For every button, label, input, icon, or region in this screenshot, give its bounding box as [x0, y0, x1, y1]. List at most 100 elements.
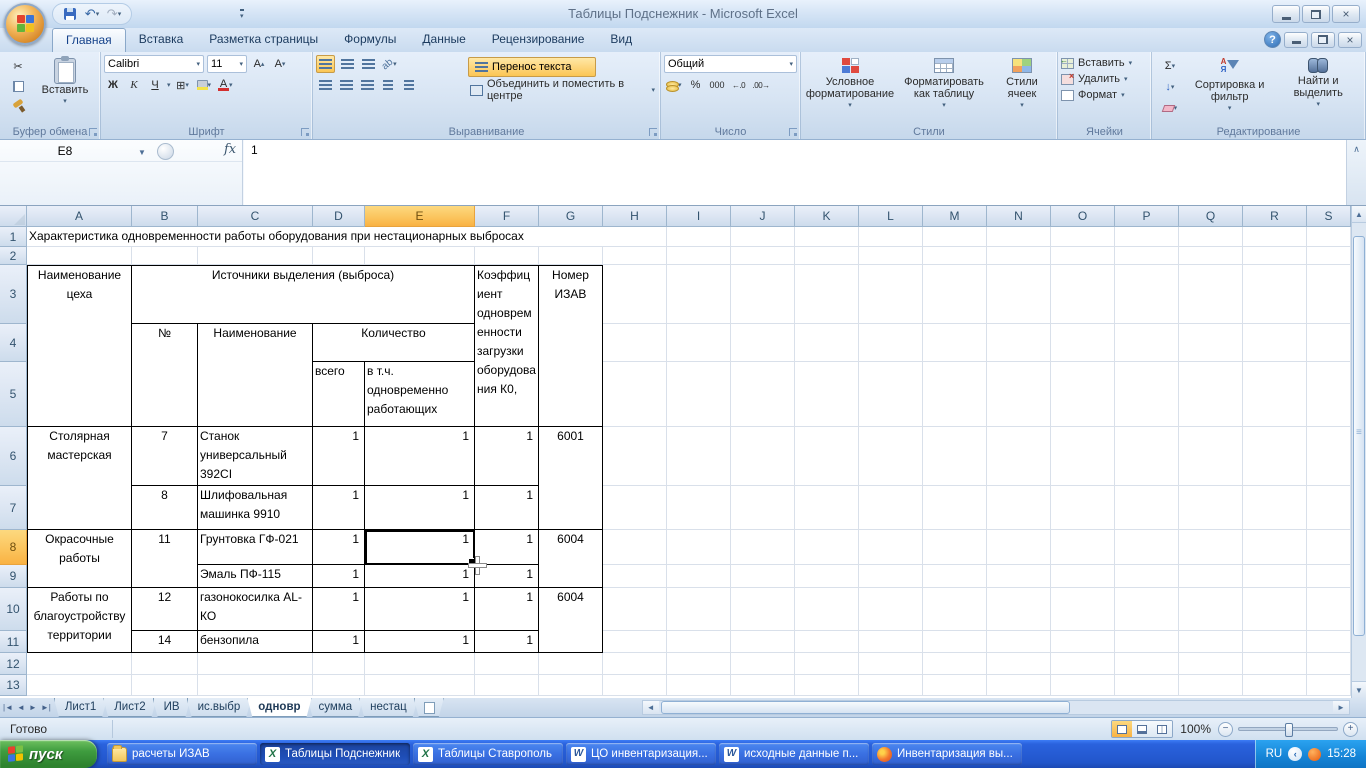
empty-cell[interactable]: [1115, 265, 1179, 324]
empty-cell[interactable]: [1179, 631, 1243, 653]
empty-cell[interactable]: [1179, 675, 1243, 696]
empty-cell[interactable]: [1307, 362, 1351, 427]
empty-cell[interactable]: [923, 486, 987, 530]
col-header-R[interactable]: R: [1243, 206, 1307, 227]
cell-C11[interactable]: бензопила: [198, 631, 313, 653]
col-header-Q[interactable]: Q: [1179, 206, 1243, 227]
task-excel-stavropol[interactable]: Таблицы Ставрополь: [413, 743, 563, 765]
empty-cell[interactable]: [603, 265, 667, 324]
row-header-6[interactable]: 6: [0, 427, 27, 486]
cell-D6[interactable]: 1: [313, 427, 365, 486]
empty-cell[interactable]: [603, 486, 667, 530]
col-header-E-selected[interactable]: E: [365, 206, 475, 227]
sheet-tab-summa[interactable]: сумма: [308, 698, 364, 717]
empty-cell[interactable]: [859, 486, 923, 530]
format-cells-button[interactable]: Формат▾: [1061, 89, 1148, 101]
restore-button[interactable]: [1302, 5, 1330, 23]
empty-cell[interactable]: [667, 227, 731, 247]
row-header-3[interactable]: 3: [0, 265, 27, 324]
borders-button[interactable]: ⊞▾: [174, 76, 192, 94]
empty-cell[interactable]: [1307, 530, 1351, 565]
empty-cell[interactable]: [1179, 247, 1243, 265]
tab-insert[interactable]: Вставка: [126, 28, 197, 52]
insert-cells-button[interactable]: Вставить▾: [1061, 57, 1148, 69]
cell-simult-header[interactable]: в т.ч. одновременно работающих: [365, 362, 475, 427]
orientation-button[interactable]: ab▾: [380, 55, 399, 73]
empty-cell[interactable]: [795, 486, 859, 530]
empty-cell[interactable]: [923, 265, 987, 324]
empty-cell[interactable]: [603, 631, 667, 653]
empty-cell[interactable]: [1051, 653, 1115, 675]
empty-cell[interactable]: [731, 486, 795, 530]
cell-B6[interactable]: 7: [132, 427, 198, 486]
empty-cell[interactable]: [731, 565, 795, 588]
empty-cell[interactable]: [731, 265, 795, 324]
align-bottom-button[interactable]: [359, 55, 377, 73]
empty-cell[interactable]: [1179, 530, 1243, 565]
merge-center-button[interactable]: Объединить и поместить в центре▾: [468, 80, 657, 100]
empty-cell[interactable]: [1243, 653, 1307, 675]
empty-cell[interactable]: [1051, 588, 1115, 631]
empty-cell[interactable]: [731, 362, 795, 427]
sheet-tab-isvybr[interactable]: ис.выбр: [187, 698, 252, 717]
empty-cell[interactable]: [923, 247, 987, 265]
delete-cells-button[interactable]: Удалить▾: [1061, 73, 1148, 85]
conditional-formatting-button[interactable]: Условное форматирование▾: [804, 55, 896, 121]
empty-cell[interactable]: [1115, 631, 1179, 653]
row-header-9[interactable]: 9: [0, 565, 27, 588]
cell-C6[interactable]: Станок универсальный 392CI: [198, 427, 313, 486]
empty-cell[interactable]: [923, 427, 987, 486]
empty-cell[interactable]: [1307, 324, 1351, 362]
empty-cell[interactable]: [1051, 247, 1115, 265]
col-header-L[interactable]: L: [859, 206, 923, 227]
workbook-minimize-button[interactable]: [1284, 32, 1308, 48]
font-color-button[interactable]: А ▾: [216, 76, 235, 94]
empty-cell[interactable]: [731, 675, 795, 696]
empty-cell[interactable]: [132, 653, 198, 675]
sort-filter-button[interactable]: АЯ Сортировка и фильтр▾: [1185, 55, 1275, 123]
empty-cell[interactable]: [603, 588, 667, 631]
select-all-corner[interactable]: [0, 206, 27, 227]
hide-icons-icon[interactable]: ‹: [1288, 747, 1302, 761]
tab-page-layout[interactable]: Разметка страницы: [196, 28, 331, 52]
zoom-track[interactable]: [1238, 727, 1338, 731]
col-header-J[interactable]: J: [731, 206, 795, 227]
empty-cell[interactable]: [603, 324, 667, 362]
empty-cell[interactable]: [859, 565, 923, 588]
cell-C10[interactable]: газонокосилка AL-КО: [198, 588, 313, 631]
empty-cell[interactable]: [795, 324, 859, 362]
col-header-K[interactable]: K: [795, 206, 859, 227]
empty-cell[interactable]: [667, 486, 731, 530]
row-header-4[interactable]: 4: [0, 324, 27, 362]
antivirus-tray-icon[interactable]: [1308, 748, 1321, 761]
empty-cell[interactable]: [923, 631, 987, 653]
empty-cell[interactable]: [1243, 227, 1307, 247]
underline-button[interactable]: Ч: [146, 76, 164, 94]
empty-cell[interactable]: [1051, 227, 1115, 247]
cell-dept3[interactable]: Работы по благоустройству территории: [27, 588, 132, 653]
row-header-7[interactable]: 7: [0, 486, 27, 530]
scroll-right-icon[interactable]: ►: [1333, 701, 1349, 714]
row-header-8-selected[interactable]: 8: [0, 530, 27, 565]
empty-cell[interactable]: [795, 530, 859, 565]
cell-G6[interactable]: 6001: [539, 427, 603, 530]
number-dialog-launcher[interactable]: [789, 128, 797, 136]
empty-cell[interactable]: [923, 362, 987, 427]
cell-F10[interactable]: 1: [475, 588, 539, 631]
font-dialog-launcher[interactable]: [301, 128, 309, 136]
sheet-tab-list1[interactable]: Лист1: [54, 698, 107, 717]
wrap-text-button[interactable]: Перенос текста: [468, 57, 596, 77]
cell-C8[interactable]: Грунтовка ГФ-021: [198, 530, 313, 565]
col-header-H[interactable]: H: [603, 206, 667, 227]
empty-cell[interactable]: [1243, 362, 1307, 427]
empty-cell[interactable]: [475, 247, 539, 265]
empty-cell[interactable]: [603, 675, 667, 696]
row-header-13[interactable]: 13: [0, 675, 27, 696]
empty-cell[interactable]: [365, 675, 475, 696]
empty-cell[interactable]: [987, 653, 1051, 675]
page-layout-view-button[interactable]: [1132, 721, 1152, 737]
empty-cell[interactable]: [603, 530, 667, 565]
empty-cell[interactable]: [1179, 362, 1243, 427]
empty-cell[interactable]: [1243, 247, 1307, 265]
empty-cell[interactable]: [1115, 675, 1179, 696]
